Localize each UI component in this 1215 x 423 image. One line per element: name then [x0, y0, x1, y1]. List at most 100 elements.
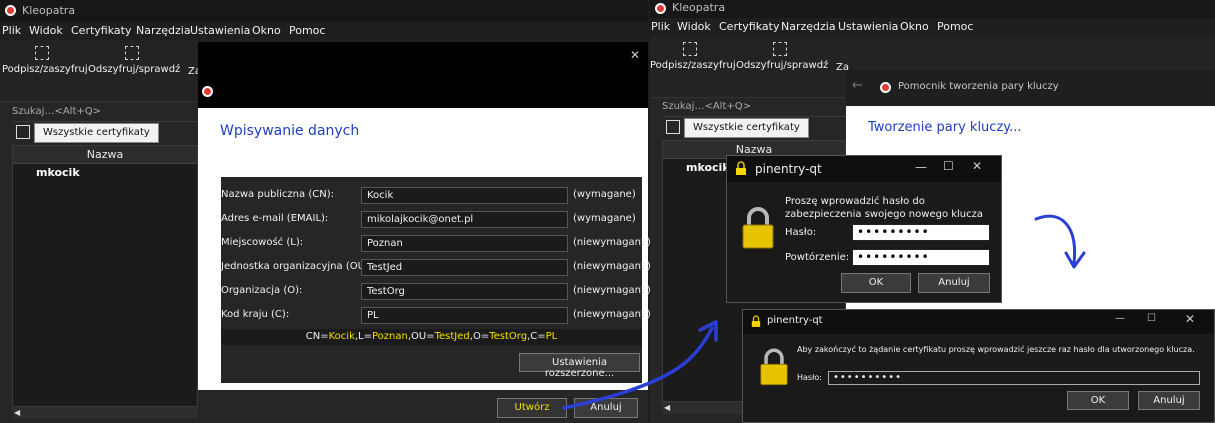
lock-icon	[736, 161, 746, 175]
tab-all-certificates[interactable]: Wszystkie certyfikaty	[684, 118, 809, 138]
title-bar: Kleopatra	[650, 0, 1215, 18]
sign-encrypt-icon	[683, 42, 697, 56]
menu-widok[interactable]: Widok	[677, 20, 711, 33]
sign-encrypt-icon	[35, 46, 49, 60]
pinentry-message: Aby zakończyć to żądanie certyfikatu pro…	[797, 345, 1195, 354]
scroll-left-icon[interactable]: ◀	[14, 408, 20, 417]
menu-bar: Plik Widok Certyfikaty Narzędzia Ustawie…	[650, 18, 1215, 36]
wizard-heading: Tworzenie pary kluczy...	[868, 120, 1022, 135]
pinentry-dialog-1: pinentry-qt — ☐ ✕ Proszę wprowadzić hasł…	[726, 155, 1002, 303]
menu-certyfikaty[interactable]: Certyfikaty	[719, 20, 779, 33]
minimize-icon[interactable]: —	[915, 160, 927, 174]
search-input[interactable]: Szukaj…<Alt+Q>	[662, 101, 846, 117]
menu-plik[interactable]: Plik	[2, 24, 21, 37]
new-tab-icon[interactable]	[666, 120, 680, 134]
list-item[interactable]: mkocik	[36, 166, 80, 179]
sign-encrypt-button[interactable]: Podpisz/zaszyfruj	[2, 46, 88, 75]
field-input-ou[interactable]: TestJed	[361, 259, 568, 276]
tab-all-certificates[interactable]: Wszystkie certyfikaty	[34, 123, 159, 143]
pinentry-title: pinentry-qt	[767, 315, 823, 326]
field-req-cn: (wymagane)	[573, 189, 636, 200]
close-icon[interactable]: ✕	[630, 48, 640, 62]
decrypt-verify-button[interactable]: Odszyfruj/sprawdź	[88, 46, 180, 75]
sign-encrypt-label: Podpisz/zaszyfruj	[650, 60, 736, 71]
dn-key-c: ,C=	[527, 331, 546, 342]
field-input-email[interactable]: mikolajkocik@onet.pl	[361, 211, 568, 228]
field-input-cn[interactable]: Kocik	[361, 187, 568, 204]
repeat-field[interactable]: •••••••••	[852, 249, 990, 266]
field-req-ou: (niewymagany)	[573, 261, 651, 272]
password-field[interactable]: •••••••••	[852, 224, 990, 241]
wizard-header: ← Pomocnik tworzenia pary kluczy	[846, 70, 1215, 106]
horizontal-scrollbar[interactable]: ◀	[12, 407, 198, 419]
menu-okno[interactable]: Okno	[900, 20, 929, 33]
menu-plik[interactable]: Plik	[651, 20, 670, 33]
decrypt-verify-icon	[125, 46, 139, 60]
sign-encrypt-label: Podpisz/zaszyfruj	[2, 64, 88, 75]
password-label: Hasło:	[785, 227, 817, 238]
dn-value-c: PL	[545, 331, 558, 342]
password-label: Hasło:	[797, 373, 822, 382]
menu-ustawienia[interactable]: Ustawienia	[190, 24, 250, 37]
pinentry-titlebar: pinentry-qt — ☐ ✕	[743, 310, 1214, 334]
dn-value-o: TestOrg	[489, 331, 528, 342]
menu-ustawienia[interactable]: Ustawienia	[838, 20, 898, 33]
menu-widok[interactable]: Widok	[29, 24, 63, 37]
list-item[interactable]: mkocik	[686, 161, 730, 174]
sign-encrypt-button[interactable]: Podpisz/zaszyfruj	[650, 42, 736, 71]
field-label-c: Kod kraju (C):	[221, 309, 290, 320]
search-input[interactable]: Szukaj…<Alt+Q>	[12, 106, 198, 122]
cancel-button[interactable]: Anuluj	[1138, 391, 1200, 410]
new-tab-icon[interactable]	[16, 125, 30, 139]
decrypt-verify-label: Odszyfruj/sprawdź	[88, 64, 181, 75]
tab-row: Wszystkie certyfikaty	[12, 123, 198, 143]
minimize-icon[interactable]: —	[1115, 313, 1125, 324]
field-input-o[interactable]: TestOrg	[361, 283, 568, 300]
field-label-ou: Jednostka organizacyjna (OU):	[221, 261, 373, 272]
kleopatra-icon	[655, 3, 666, 14]
cancel-button[interactable]: Anuluj	[918, 273, 990, 293]
window-title: Kleopatra	[672, 1, 726, 14]
field-input-c[interactable]: PL	[361, 307, 568, 324]
column-header-name[interactable]: Nazwa	[13, 146, 197, 164]
menu-okno[interactable]: Okno	[252, 24, 281, 37]
field-req-email: (wymagane)	[573, 213, 636, 224]
annotation-arrow-icon	[1034, 214, 1086, 269]
menu-narzedzia[interactable]: Narzędzia	[781, 20, 836, 33]
decrypt-verify-icon	[773, 42, 787, 56]
dialog-heading: Wpisywanie danych	[220, 123, 360, 139]
menu-pomoc[interactable]: Pomoc	[937, 20, 973, 33]
decrypt-verify-button[interactable]: Odszyfruj/sprawdź	[736, 42, 828, 71]
field-label-cn: Nazwa publiczna (CN):	[221, 189, 334, 200]
padlock-icon	[760, 348, 788, 386]
kleopatra-dialog-icon	[202, 86, 213, 97]
password-field[interactable]: ••••••••••	[828, 371, 1200, 385]
pinentry-title: pinentry-qt	[755, 162, 822, 176]
kleopatra-icon	[5, 5, 16, 16]
back-arrow-icon[interactable]: ←	[852, 78, 863, 93]
search-placeholder: Szukaj…<Alt+Q>	[12, 106, 102, 117]
maximize-icon[interactable]: ☐	[1147, 313, 1156, 324]
field-req-l: (niewymagany)	[573, 237, 651, 248]
dialog-black-header: ✕	[198, 42, 648, 108]
field-input-l[interactable]: Poznan	[361, 235, 568, 252]
dn-key-o: ,O=	[469, 331, 490, 342]
create-button[interactable]: Utwórz	[497, 398, 567, 418]
close-icon[interactable]: ✕	[1185, 312, 1195, 326]
kleopatra-window-left: Kleopatra Plik Widok Certyfikaty Narzędz…	[0, 0, 651, 423]
menu-pomoc[interactable]: Pomoc	[289, 24, 325, 37]
dn-value-cn: Kocik	[328, 331, 355, 342]
title-bar: Kleopatra	[0, 0, 648, 22]
padlock-icon	[742, 207, 774, 249]
ok-button[interactable]: OK	[1067, 391, 1129, 410]
dn-value-ou: TestJed	[434, 331, 470, 342]
menu-bar: Plik Widok Certyfikaty Narzędzia Ustawie…	[0, 22, 648, 40]
dn-key-ou: ,OU=	[407, 331, 435, 342]
maximize-icon[interactable]: ☐	[943, 159, 954, 173]
menu-certyfikaty[interactable]: Certyfikaty	[71, 24, 131, 37]
ok-button[interactable]: OK	[841, 273, 911, 293]
menu-narzedzia[interactable]: Narzędzia	[136, 24, 191, 37]
dn-key-l: ,L=	[354, 331, 372, 342]
tab-row: Wszystkie certyfikaty	[662, 118, 846, 138]
close-icon[interactable]: ✕	[972, 159, 982, 173]
